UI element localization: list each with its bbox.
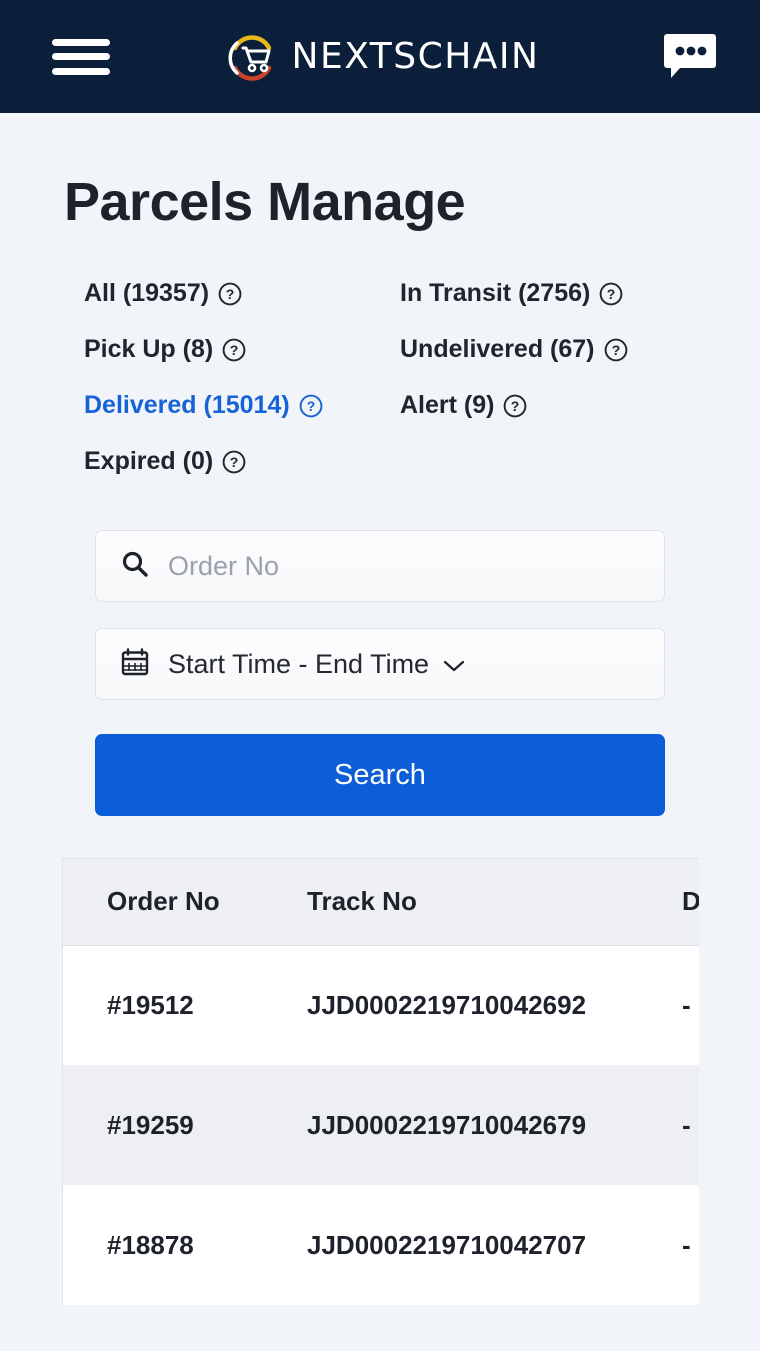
- table-row[interactable]: #18878 JJD0002219710042707 -: [63, 1185, 699, 1305]
- svg-text:?: ?: [230, 454, 239, 470]
- cell-track-no: JJD0002219710042707: [263, 1185, 638, 1305]
- cell-track-no: JJD0002219710042692: [263, 945, 638, 1065]
- table-header: Order No Track No Destination: [63, 859, 699, 946]
- filter-label: In Transit (2756): [400, 279, 591, 307]
- hamburger-bar: [52, 53, 110, 60]
- brand-name: NEXTSCHAIN: [291, 36, 540, 77]
- date-range-label: Start Time - End Time: [168, 649, 465, 680]
- date-range-select[interactable]: Start Time - End Time: [95, 628, 665, 700]
- filter-in-transit[interactable]: In Transit (2756) ?: [400, 279, 623, 308]
- column-header-destination[interactable]: Destination: [638, 859, 699, 946]
- question-circle-icon[interactable]: ?: [503, 394, 527, 418]
- svg-text:?: ?: [230, 342, 239, 358]
- filter-label: Pick Up (8): [84, 335, 214, 363]
- filter-label: Delivered (15014): [84, 391, 290, 419]
- filter-label: Alert (9): [400, 391, 495, 419]
- page-body: Parcels Manage All (19357) ? In Transit …: [0, 171, 760, 1305]
- date-range-value: Start Time - End Time: [168, 648, 430, 679]
- cell-order-no: #19259: [63, 1065, 263, 1185]
- parcels-table-container[interactable]: Order No Track No Destination #19512 JJD…: [62, 858, 699, 1305]
- chevron-down-icon[interactable]: [443, 649, 465, 680]
- svg-text:?: ?: [226, 286, 235, 302]
- svg-text:?: ?: [611, 342, 620, 358]
- filter-label: All (19357): [84, 279, 210, 307]
- table-row[interactable]: #19512 JJD0002219710042692 -: [63, 945, 699, 1065]
- filter-alert[interactable]: Alert (9) ?: [400, 391, 527, 420]
- filter-label: Undelivered (67): [400, 335, 595, 363]
- search-input[interactable]: [168, 531, 640, 601]
- filter-all[interactable]: All (19357) ?: [84, 279, 242, 308]
- svg-text:?: ?: [306, 398, 315, 414]
- search-button[interactable]: Search: [95, 734, 665, 816]
- question-circle-icon[interactable]: ?: [222, 450, 246, 474]
- calendar-icon: [120, 647, 150, 682]
- svg-text:?: ?: [607, 286, 616, 302]
- cell-order-no: #19512: [63, 945, 263, 1065]
- table-body: #19512 JJD0002219710042692 - #19259 JJD0…: [63, 945, 699, 1305]
- column-header-order-no[interactable]: Order No: [63, 859, 263, 946]
- search-controls: Start Time - End Time Search: [95, 530, 665, 816]
- cell-order-no: #18878: [63, 1185, 263, 1305]
- question-circle-icon[interactable]: ?: [222, 338, 246, 362]
- filter-pick-up[interactable]: Pick Up (8) ?: [84, 335, 246, 364]
- search-field[interactable]: [95, 530, 665, 602]
- filter-delivered[interactable]: Delivered (15014) ?: [84, 391, 323, 420]
- chat-bubble-icon[interactable]: [662, 30, 718, 84]
- cell-destination: -: [638, 1065, 699, 1185]
- table-row[interactable]: #19259 JJD0002219710042679 -: [63, 1065, 699, 1185]
- filter-expired[interactable]: Expired (0) ?: [84, 447, 246, 476]
- parcels-table: Order No Track No Destination #19512 JJD…: [63, 859, 699, 1305]
- shopping-cart-logo-icon: [221, 26, 283, 88]
- question-circle-icon[interactable]: ?: [218, 282, 242, 306]
- hamburger-bar: [52, 67, 110, 75]
- svg-text:?: ?: [511, 398, 520, 414]
- status-filter-group: All (19357) ? In Transit (2756) ? Pick U…: [0, 279, 760, 476]
- filter-undelivered[interactable]: Undelivered (67) ?: [400, 335, 628, 364]
- question-circle-icon[interactable]: ?: [599, 282, 623, 306]
- brand-logo[interactable]: NEXTSCHAIN: [221, 26, 540, 88]
- cell-destination: -: [638, 945, 699, 1065]
- hamburger-menu-icon[interactable]: [52, 34, 110, 80]
- cell-track-no: JJD0002219710042679: [263, 1065, 638, 1185]
- hamburger-bar: [52, 38, 110, 46]
- filter-label: Expired (0): [84, 447, 214, 475]
- table-header-row: Order No Track No Destination: [63, 859, 699, 946]
- question-circle-icon[interactable]: ?: [604, 338, 628, 362]
- search-icon: [120, 549, 150, 584]
- column-header-track-no[interactable]: Track No: [263, 859, 638, 946]
- page-title: Parcels Manage: [64, 172, 466, 232]
- app-header: NEXTSCHAIN: [0, 0, 760, 113]
- question-circle-icon[interactable]: ?: [299, 394, 323, 418]
- cell-destination: -: [638, 1185, 699, 1305]
